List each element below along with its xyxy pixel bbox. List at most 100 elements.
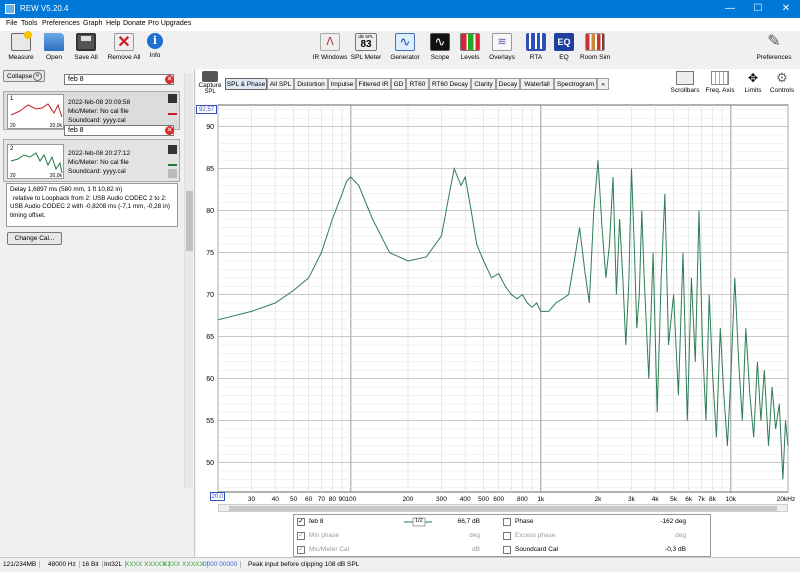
y-tick-label: 55 [206, 418, 214, 425]
status-bit-depth: 16 Bit [82, 561, 103, 568]
graph-h-scrollbar[interactable] [218, 504, 788, 512]
preferences-icon: ✎ [767, 33, 781, 50]
menu-graph[interactable]: Graph [83, 20, 102, 27]
legend-feb8-label: feb 8 [309, 518, 324, 525]
info-icon: i [147, 33, 163, 49]
change-cal-button[interactable]: Change Cal... [7, 232, 62, 245]
save-icon [76, 33, 96, 51]
window-title: REW V5.20.4 [20, 4, 69, 13]
preferences-button[interactable]: ✎ Preferences [752, 33, 796, 61]
status-bar: 121/234MB 48000 Hz 16 Bit Int32L XXXX XX… [0, 557, 800, 572]
soundcard-cal-checkbox[interactable] [503, 546, 511, 554]
spl-meter-icon: dB SPL 83 [355, 33, 377, 51]
measure-button[interactable]: Measure [7, 31, 35, 61]
scope-button[interactable]: ∿ Scope [428, 33, 452, 61]
info-button[interactable]: i Info [145, 33, 165, 59]
legend-min-phase-label: Min phase [309, 532, 339, 539]
color-pen-icon[interactable] [168, 106, 177, 115]
menu-donate[interactable]: Donate [123, 20, 146, 27]
x-tick-label: 50 [290, 496, 298, 503]
measurement-thumbnail-2: 2 20 20,0k [7, 144, 64, 179]
x-tick-label: 600 [493, 496, 504, 503]
close-button[interactable]: ✕ [772, 0, 800, 18]
spl-meter-button[interactable]: dB SPL 83 SPL Meter [350, 33, 382, 61]
rta-button[interactable]: RTA [525, 33, 547, 61]
x-tick-label: 3k [628, 496, 636, 503]
x-left-readout[interactable]: 20,0 [210, 492, 225, 501]
legend-phase-value: -162 deg [660, 518, 686, 525]
menu-preferences[interactable]: Preferences [42, 20, 80, 27]
remove-all-button[interactable]: ✕ Remove All [105, 33, 143, 61]
measurements-panel: Collapse « 1 20 20,0k 2022-feb-08 20:09:… [0, 69, 195, 557]
delete-measurement-icon[interactable]: ✕ [165, 126, 174, 135]
delete-measurement-icon[interactable]: ✕ [165, 75, 174, 84]
min-phase-checkbox[interactable]: ✓ [297, 532, 305, 540]
menu-pro-upgrades[interactable]: Pro Upgrades [148, 20, 191, 27]
status-meter-2: XXXX XXXXX [163, 561, 208, 568]
graph-panel: Capture SPL SPL & Phase All SPL Distorti… [196, 69, 800, 557]
x-tick-label: 1k [537, 496, 545, 503]
legend-mic-cal-value: dB [472, 546, 480, 553]
app-icon [5, 4, 15, 14]
x-tick-label: 5k [670, 496, 678, 503]
status-sample-rate: 48000 Hz [48, 561, 80, 568]
room-sim-button[interactable]: Room Sim [580, 33, 610, 61]
collapse-button[interactable]: Collapse « [3, 70, 45, 82]
excess-phase-checkbox[interactable] [503, 532, 511, 540]
menu-help[interactable]: Help [106, 20, 120, 27]
smoothing-label: 1/2 [415, 518, 423, 524]
levels-icon [460, 33, 480, 51]
x-tick-label: 40 [272, 496, 280, 503]
generator-icon: ∿ [395, 33, 415, 51]
levels-button[interactable]: Levels [458, 33, 482, 61]
x-tick-label: 300 [436, 496, 447, 503]
legend-phase-label: Phase [515, 518, 534, 525]
measurement-date-1: 2022-feb-08 20:09:58 [68, 99, 131, 106]
open-button[interactable]: Open [42, 33, 66, 61]
measurement-name-field-1[interactable]: feb 8 [64, 74, 174, 85]
scrollbar-thumb[interactable] [186, 191, 193, 251]
measurement-card-2[interactable]: 2 20 20,0k 2022-feb-08 20:27:12 Mic/Mete… [3, 139, 180, 182]
measurement-date-2: 2022-feb-08 20:27:12 [68, 150, 131, 157]
measurement-notes[interactable]: Delay 1,6897 ms (580 mm, 1 ft 10,82 in) … [6, 183, 178, 227]
x-tick-label: 70 [318, 496, 326, 503]
save-all-button[interactable]: Save All [72, 33, 100, 61]
status-message: Peak input before clipping 108 dB SPL [248, 561, 360, 568]
scope-icon: ∿ [430, 33, 450, 51]
ir-windows-button[interactable]: ᐱ IR Windows [312, 33, 348, 61]
menu-tools[interactable]: Tools [21, 20, 37, 27]
x-tick-label: 500 [478, 496, 489, 503]
h-scrollbar-thumb[interactable] [229, 506, 777, 511]
phase-checkbox[interactable] [503, 518, 511, 526]
legend-panel: ✓ feb 8 1/2 66,7 dB ✓ Min phase deg ✓ Mi… [293, 514, 711, 557]
measurement-soundcard-2: Soundcard: yyyy.cal [68, 168, 126, 175]
maximize-button[interactable]: ☐ [744, 0, 772, 18]
overlays-button[interactable]: ≋ Overlays [488, 33, 516, 61]
save-measurement-icon[interactable] [168, 94, 177, 103]
legend-soundcard-cal-value: -0,3 dB [665, 546, 686, 553]
legend-feb8-value: 66,7 dB [457, 518, 480, 525]
y-top-readout[interactable]: 92,57 [196, 105, 217, 114]
panel-scrollbar[interactable] [184, 73, 193, 488]
x-tick-label: 2k [595, 496, 603, 503]
legend-excess-phase-label: Excess phase [515, 532, 556, 539]
color-pen-icon[interactable] [168, 157, 177, 166]
ir-windows-icon: ᐱ [320, 33, 340, 51]
mic-cal-checkbox[interactable]: ✓ [297, 546, 305, 554]
feb8-checkbox[interactable]: ✓ [297, 518, 305, 526]
measurement-soundcard-1: Soundcard: yyyy.cal [68, 117, 126, 124]
generator-button[interactable]: ∿ Generator [389, 33, 421, 61]
notes-icon[interactable] [168, 169, 177, 178]
measurement-mic-2: Mic/Meter: No cal file [68, 159, 129, 166]
x-tick-label: 100 [345, 496, 356, 503]
plot-frame [217, 104, 789, 493]
y-tick-label: 50 [206, 460, 214, 467]
menu-file[interactable]: File [6, 20, 17, 27]
minimize-button[interactable]: — [716, 0, 744, 18]
measurement-thumbnail-1: 1 20 20,0k [7, 94, 64, 129]
eq-button[interactable]: EQ EQ [553, 33, 575, 61]
save-measurement-icon[interactable] [168, 145, 177, 154]
spl-chart[interactable]: 50556065707580859030 40 50 60 70 80 90 100 200 30… [196, 69, 800, 514]
measurement-name-field-2[interactable]: feb 8 [64, 125, 174, 136]
status-memory: 121/234MB [3, 561, 41, 568]
